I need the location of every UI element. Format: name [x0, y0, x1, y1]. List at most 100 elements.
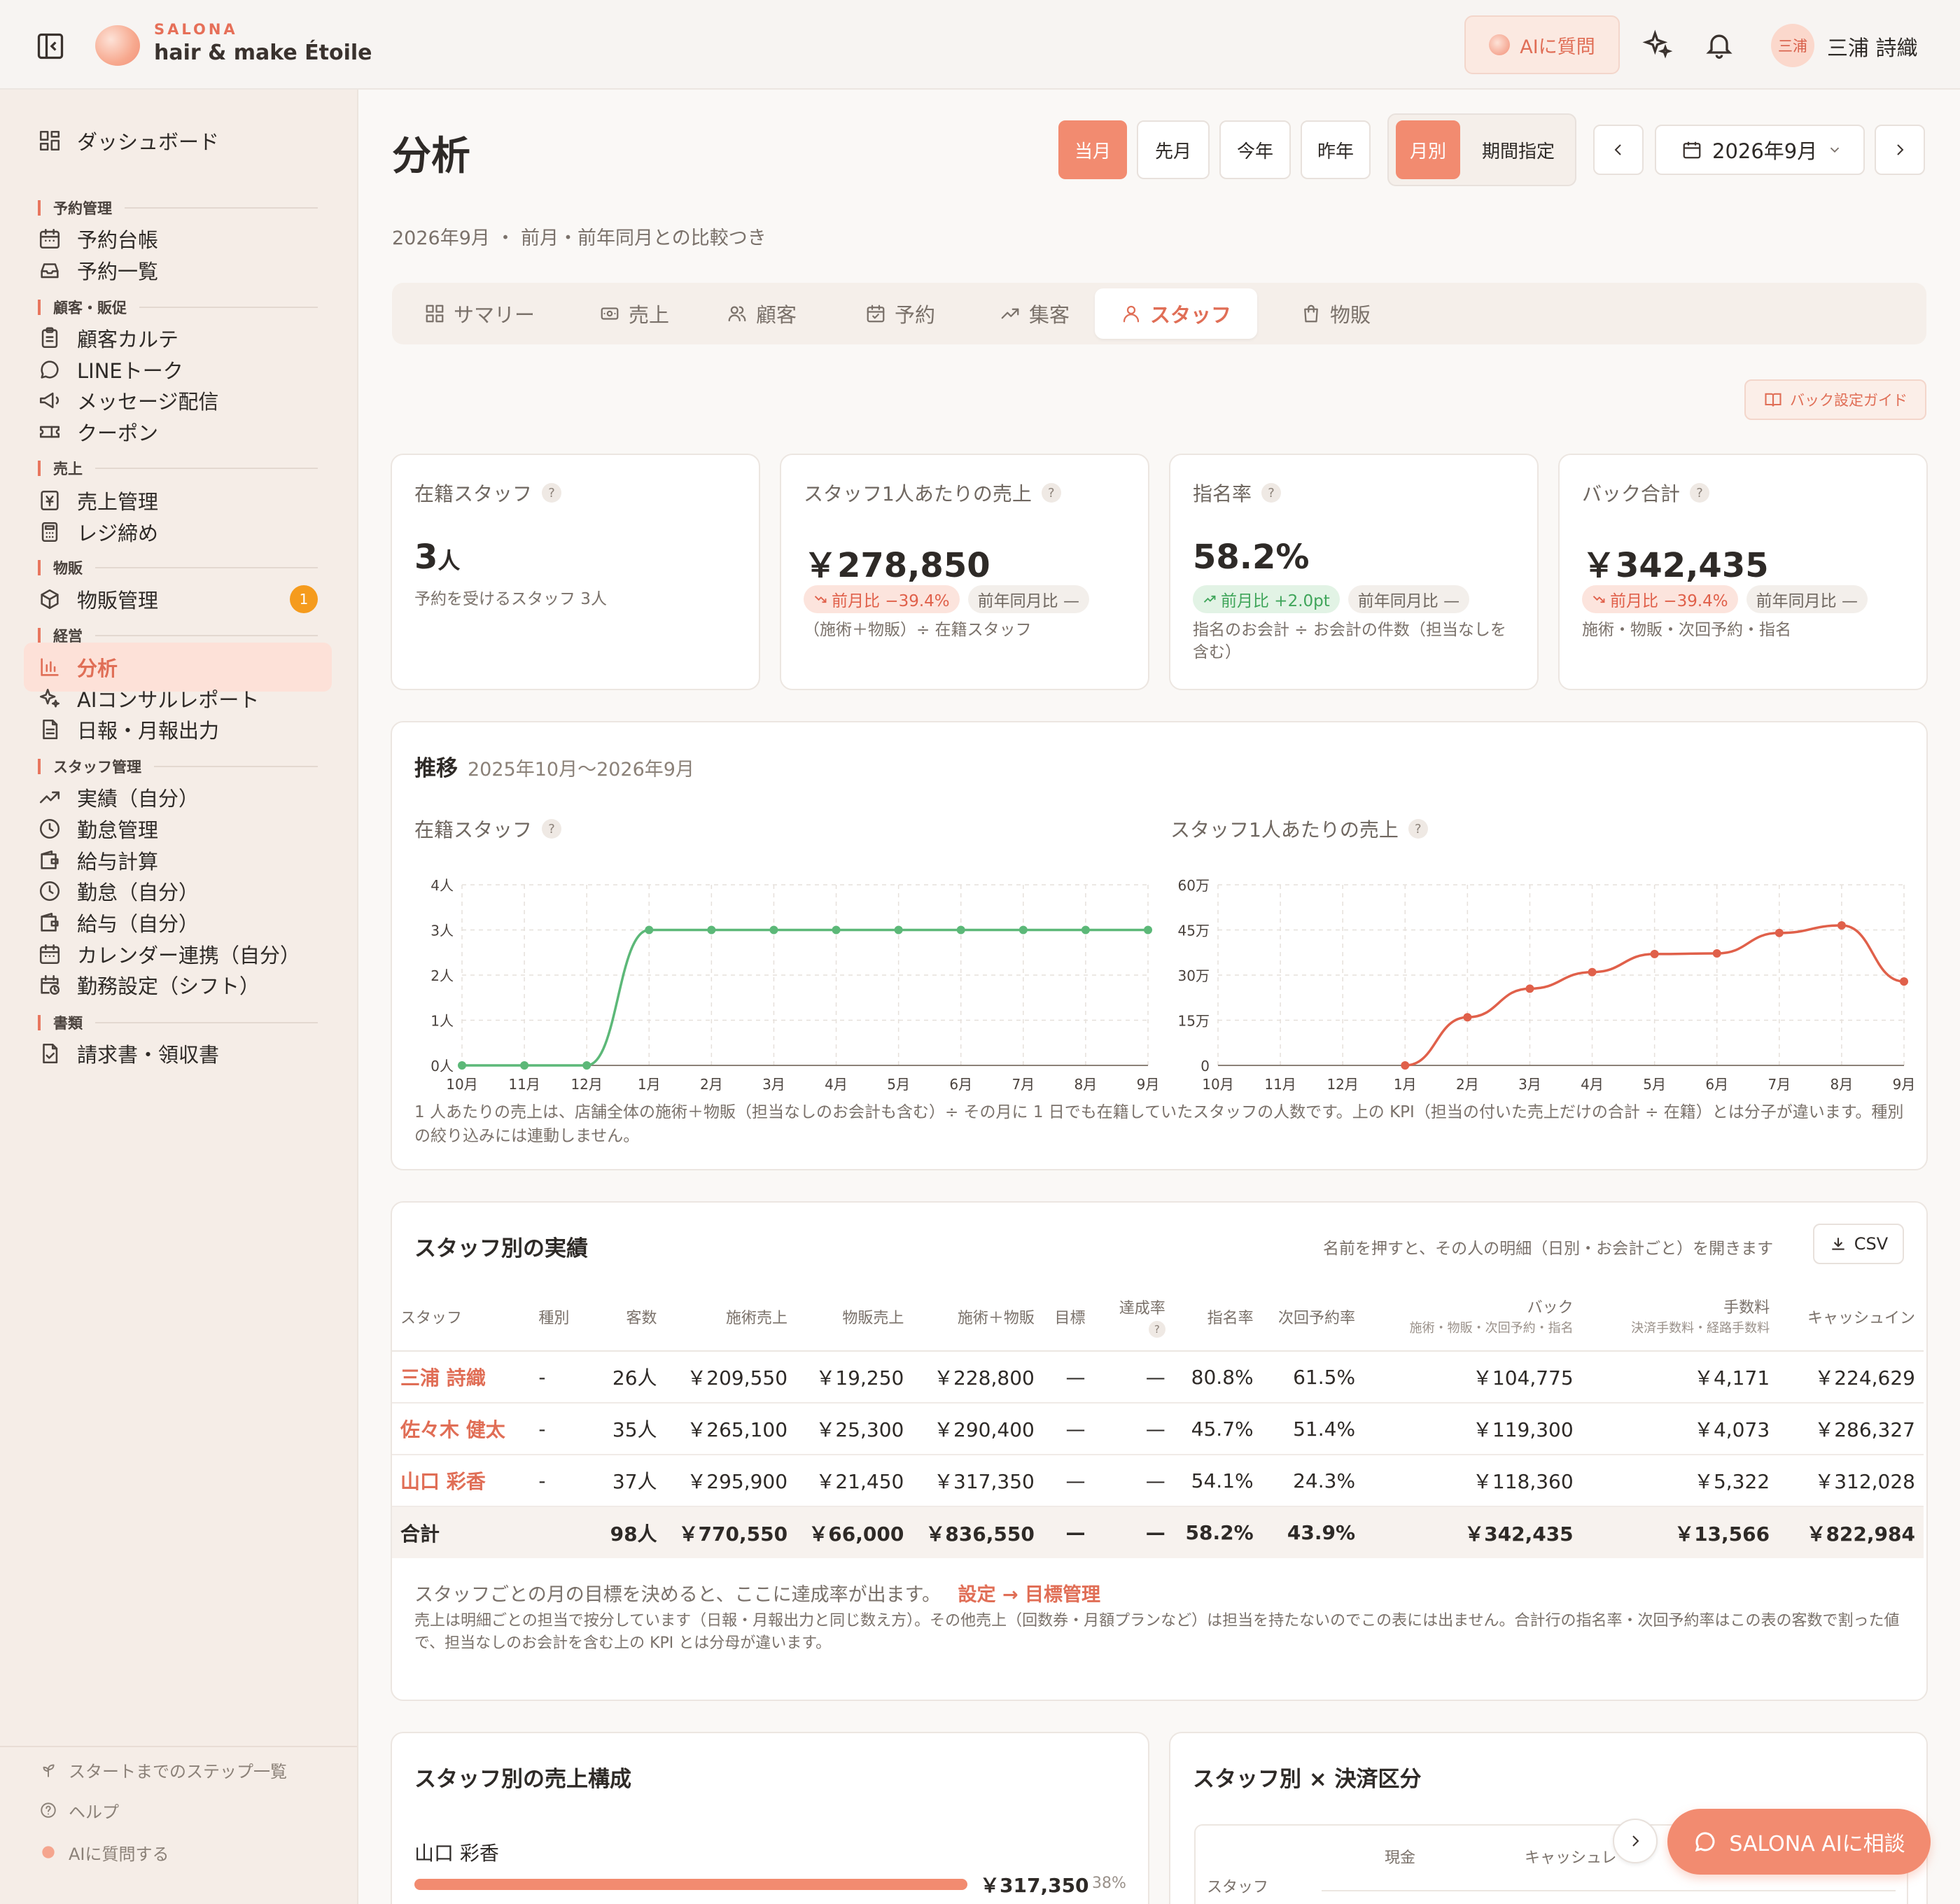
comparison-pill: 前年同月比 —	[967, 585, 1089, 613]
table-header: スタッフ 種別 客数 施術売上 物販売上 施術＋物販 目標 達成率? 指名率 次回予約率 バック 施術…	[392, 1287, 1924, 1352]
staff-table-hint: 名前を押すと、その人の明細（日別・お会計ごと）を開きます	[1323, 1240, 1774, 1258]
scroll-right-button[interactable]	[1613, 1819, 1658, 1863]
chevron-left-icon	[1595, 126, 1642, 174]
sidebar-toggle-icon[interactable]	[35, 31, 66, 62]
help-icon[interactable]: ?	[1261, 483, 1282, 503]
users-icon	[727, 303, 748, 324]
composition-amount: ￥317,350	[980, 1874, 1089, 1897]
help-icon[interactable]: ?	[542, 483, 562, 503]
ai-consult-fab[interactable]: SALONA AIに相談	[1667, 1809, 1931, 1875]
column-header[interactable]: 施術＋物販	[912, 1287, 1043, 1352]
help-icon[interactable]: ?	[1408, 819, 1428, 839]
staff-name-link[interactable]: 三浦 詩織	[392, 1351, 531, 1404]
user-avatar[interactable]: 三浦	[1771, 24, 1814, 67]
staff-name-link[interactable]: 山口 彩香	[392, 1455, 531, 1507]
tab-item[interactable]: 物販	[1284, 288, 1387, 339]
x-tick-label: 8月	[1074, 1076, 1098, 1093]
tab-item[interactable]: 売上	[582, 288, 686, 339]
help-icon[interactable]: ?	[1690, 483, 1710, 503]
staff-count-chart: 0人 1人 2人 3人 4人 10月 11月 12月 1月 2月 3月 4月 5月 6月 7月 8月 9月	[430, 877, 1159, 1093]
table-cell: 45.7%	[1173, 1403, 1262, 1455]
csv-label: CSV	[1854, 1234, 1889, 1254]
kpi-card: バック合計? ￥342,435 前月比 −39.4% 前年同月比 — 施術・物販・次回予…	[1558, 454, 1928, 690]
y-tick-label: 15万	[1178, 1013, 1210, 1030]
chart-staff-title: 在籍スタッフ?	[414, 815, 562, 843]
column-header[interactable]: 次回予約率	[1261, 1287, 1364, 1352]
next-month-button[interactable]	[1875, 125, 1925, 175]
sidebar-item[interactable]: 物販管理 1	[24, 575, 332, 624]
column-header[interactable]: 手数料 決済手数料・経路手数料	[1581, 1287, 1779, 1352]
tab-item[interactable]: サマリー	[407, 288, 552, 339]
y-tick-label: 0	[1200, 1058, 1210, 1074]
period-this-month-button[interactable]: 当月	[1058, 120, 1127, 179]
top-header: SALONA hair & make Étoile AIに質問 三浦 三浦 詩織	[0, 0, 1960, 90]
goal-settings-link[interactable]: 設定 → 目標管理	[958, 1584, 1100, 1606]
brand-label: SALONA	[154, 21, 238, 38]
column-header[interactable]: バック 施術・物販・次回予約・指名	[1364, 1287, 1582, 1352]
sidebar-footer-link[interactable]: AIに質問する	[39, 1838, 169, 1866]
help-icon[interactable]: ?	[542, 819, 562, 839]
kpi-card: 指名率? 58.2% 前月比 +2.0pt 前年同月比 — 指名のお会計 ÷ お会計の件…	[1169, 454, 1539, 690]
prev-month-button[interactable]	[1593, 125, 1644, 175]
table-cell: ￥770,550	[665, 1506, 797, 1558]
column-header[interactable]: キャッシュイン	[1778, 1287, 1924, 1352]
sidebar-item[interactable]: レジ締め	[24, 507, 332, 556]
tab-item[interactable]: 予約	[848, 288, 952, 339]
trend-range: 2025年10月〜2026年9月	[468, 759, 694, 780]
column-header[interactable]: 指名率	[1173, 1287, 1262, 1352]
tab-item[interactable]: 顧客	[710, 288, 813, 339]
sidebar-item-label: クーポン	[77, 421, 159, 445]
data-point	[1712, 949, 1721, 958]
sidebar-footer-link[interactable]: スタートまでのステップ一覧	[39, 1756, 287, 1784]
column-header[interactable]: 施術売上	[665, 1287, 797, 1352]
y-tick-label: 30万	[1178, 967, 1210, 984]
column-header[interactable]: スタッフ	[392, 1287, 531, 1352]
user-name[interactable]: 三浦 詩織	[1827, 31, 1918, 62]
column-header[interactable]: 客数	[595, 1287, 666, 1352]
sidebar-item-label: 予約一覧	[77, 260, 159, 284]
back-guide-label: バック設定ガイド	[1790, 392, 1907, 409]
page-title: 分析	[392, 134, 470, 179]
help-icon[interactable]: ?	[1041, 483, 1061, 503]
data-point	[1463, 1013, 1472, 1022]
column-header[interactable]: 達成率?	[1093, 1287, 1174, 1352]
sidebar-item[interactable]: ダッシュボード	[24, 116, 332, 165]
comparison-pill: 前年同月比 —	[1348, 585, 1470, 613]
month-picker[interactable]: 2026年9月	[1655, 125, 1865, 175]
csv-download-button[interactable]: CSV	[1813, 1224, 1904, 1264]
view-custom-range-button[interactable]: 期間指定	[1466, 120, 1571, 179]
tab-item[interactable]: 集客	[983, 288, 1086, 339]
back-guide-button[interactable]: バック設定ガイド	[1744, 379, 1926, 420]
tab-item[interactable]: スタッフ	[1095, 288, 1257, 339]
sidebar-item[interactable]: 請求書・領収書	[24, 1029, 332, 1078]
sparkles-icon[interactable]	[1642, 29, 1673, 60]
ask-ai-button[interactable]: AIに質問	[1464, 15, 1620, 74]
column-header[interactable]: 物販売上	[796, 1287, 913, 1352]
period-this-year-button[interactable]: 今年	[1219, 120, 1291, 179]
help-icon[interactable]: ?	[1148, 1320, 1166, 1338]
sidebar-item[interactable]: クーポン	[24, 407, 332, 456]
sidebar-footer-link[interactable]: ヘルプ	[39, 1796, 119, 1824]
column-header[interactable]: 種別	[530, 1287, 596, 1352]
x-tick-label: 2月	[700, 1076, 723, 1093]
sidebar-footer-label: スタートまでのステップ一覧	[69, 1761, 287, 1782]
kpi-comparison: 前月比 −39.4% 前年同月比 —	[1582, 585, 1868, 613]
kpi-value: 58.2%	[1193, 538, 1310, 577]
bell-icon[interactable]	[1704, 29, 1735, 60]
chevron-down-icon	[1827, 142, 1842, 158]
tab-label: 集客	[1029, 303, 1070, 327]
x-tick-label: 9月	[1893, 1076, 1916, 1093]
period-last-year-button[interactable]: 昨年	[1301, 120, 1371, 179]
staff-name-link[interactable]: 佐々木 健太	[392, 1403, 531, 1455]
period-last-month-button[interactable]: 先月	[1137, 120, 1210, 179]
data-point	[1900, 977, 1908, 986]
table-cell: ￥21,450	[796, 1455, 913, 1507]
sidebar-item[interactable]: 日報・月報出力	[24, 705, 332, 754]
view-monthly-button[interactable]: 月別	[1396, 120, 1460, 179]
dashboard-icon	[38, 129, 62, 153]
table-cell: 43.9%	[1261, 1506, 1364, 1558]
comparison-pill: 前月比 −39.4%	[804, 585, 960, 613]
sidebar-item[interactable]: 勤務設定（シフト）	[24, 960, 332, 1009]
sidebar-item[interactable]: 予約一覧	[24, 246, 332, 295]
column-header[interactable]: 目標	[1042, 1287, 1094, 1352]
